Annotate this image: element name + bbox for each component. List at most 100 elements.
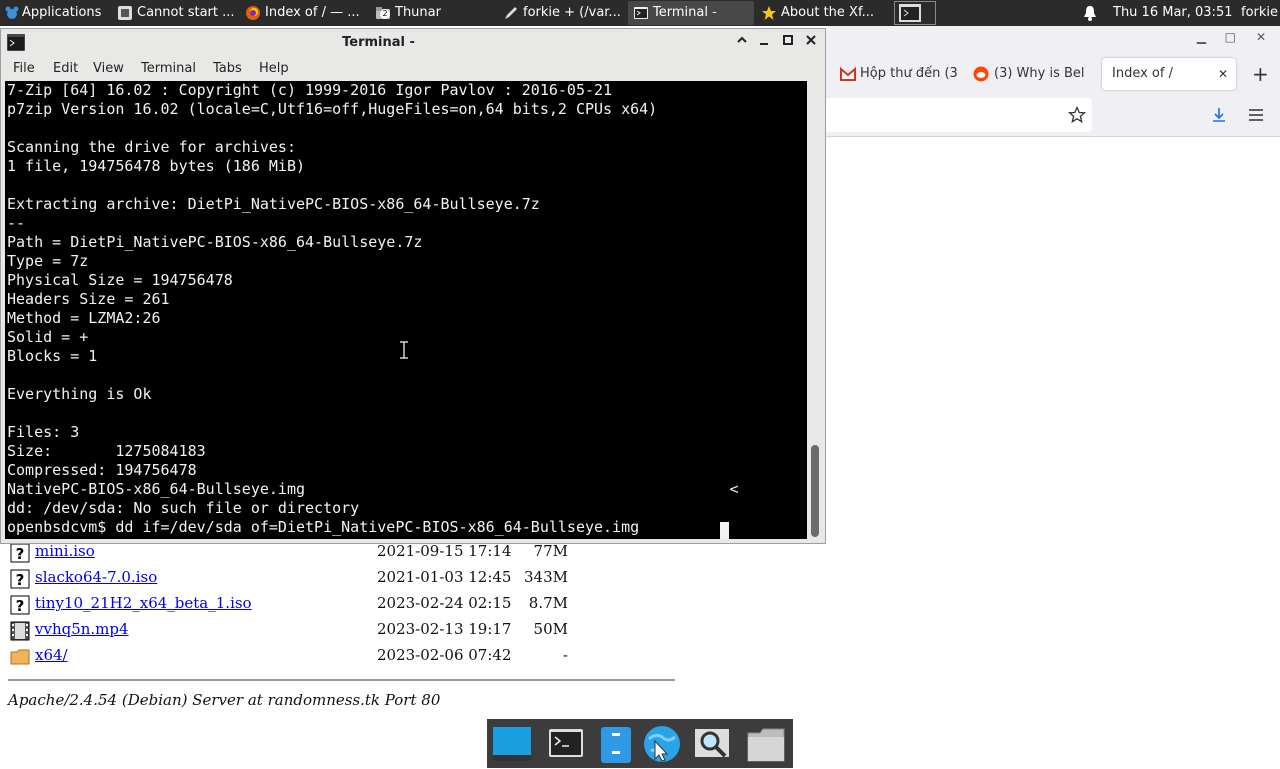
window-close-button[interactable]: ✕ (1256, 30, 1266, 44)
unknown-file-icon: ? (10, 569, 30, 589)
tab-index-of[interactable]: Index of / ✕ (1102, 58, 1236, 90)
file-size: - (562, 646, 568, 664)
maximize-icon (783, 35, 793, 45)
terminal-window: Terminal - File Edit View Terminal Tabs … (0, 28, 826, 544)
tab-gmail[interactable]: Hộp thư đến (3 (834, 58, 962, 90)
terminal-line: Headers Size = 261 (7, 290, 170, 308)
task-label: Thunar (395, 5, 441, 20)
dock-app-finder[interactable] (691, 723, 733, 765)
terminal-line: Type = 7z (7, 252, 89, 270)
window-maximize-button[interactable]: □ (1225, 30, 1236, 44)
tab-reddit[interactable]: (3) Why is Bel (968, 58, 1094, 90)
window-minimize-button[interactable]: ▁ (1197, 30, 1206, 44)
file-link[interactable]: mini.iso (35, 542, 95, 560)
menu-terminal[interactable]: Terminal (141, 59, 196, 79)
terminal-line: Size: 1275084183 (7, 442, 206, 460)
terminal-scrollbar[interactable] (807, 81, 823, 539)
terminal-menubar: File Edit View Terminal Tabs Help (1, 57, 825, 81)
dock-files[interactable] (595, 723, 637, 765)
terminal-output[interactable]: 7-Zip [64] 16.02 : Copyright (c) 1999-20… (5, 81, 807, 539)
server-signature: Apache/2.4.54 (Debian) Server at randomn… (8, 691, 441, 709)
terminal-line: Compressed: 194756478 (7, 461, 197, 479)
workspace-switcher[interactable] (894, 1, 936, 25)
tab-label: Index of / (1112, 66, 1173, 81)
file-link[interactable]: slacko64-7.0.iso (35, 568, 157, 586)
new-tab-button[interactable]: + (1252, 62, 1269, 86)
xfce-mouse-icon (5, 6, 19, 19)
bookmark-star-icon[interactable] (1068, 106, 1086, 124)
minimize-icon (760, 43, 768, 45)
browser-icon (644, 726, 680, 762)
task-forkie-editor[interactable]: forkie + (/var... (498, 1, 626, 25)
firefox-icon (246, 6, 260, 20)
dock (487, 719, 793, 768)
dock-show-desktop[interactable] (491, 723, 533, 765)
menu-file[interactable]: File (13, 59, 35, 79)
reddit-icon (973, 66, 989, 82)
scrollbar-thumb[interactable] (811, 445, 819, 537)
applications-menu[interactable]: Applications (2, 0, 110, 26)
terminal-icon (899, 4, 921, 22)
terminal-shade-button[interactable] (732, 33, 752, 53)
chevron-up-icon (737, 36, 747, 43)
file-size: 343M (524, 568, 568, 586)
task-label: forkie + (/var... (523, 5, 621, 20)
menu-hamburger-icon[interactable] (1248, 108, 1264, 122)
dock-file-manager[interactable] (745, 723, 787, 765)
horizontal-rule (8, 679, 675, 681)
notification-bell-icon[interactable] (1083, 5, 1097, 21)
desktop-icon (493, 727, 531, 761)
tab-label: (3) Why is Bel (994, 66, 1085, 81)
folder-link[interactable]: x64/ (35, 646, 68, 664)
terminal-line: dd: /dev/sda: No such file or directory (7, 499, 360, 517)
terminal-line: Files: 3 (7, 423, 80, 441)
terminal-icon (549, 729, 583, 757)
terminal-line: Scanning the drive for archives: (7, 138, 296, 156)
terminal-line: Blocks = 1 (7, 347, 98, 365)
terminal-line: p7zip Version 16.02 (locale=C,Utf16=off,… (7, 100, 658, 118)
editor-icon (505, 7, 517, 19)
terminal-minimize-button[interactable] (754, 33, 774, 53)
svg-text:?: ? (16, 545, 25, 563)
terminal-line: Solid = + (7, 328, 89, 346)
task-label: Index of / — ... (265, 5, 360, 20)
task-firefox[interactable]: Index of / — ... (240, 1, 368, 25)
terminal-line: Path = DietPi_NativePC-BIOS-x86_64-Bulls… (7, 233, 423, 251)
file-date: 2023-02-24 02:15 (377, 594, 512, 612)
top-panel: Applications Cannot start ... Index of /… (0, 0, 1280, 26)
file-link[interactable]: vvhq5n.mp4 (35, 620, 129, 638)
menu-view[interactable]: View (93, 59, 124, 79)
unknown-file-icon: ? (10, 595, 30, 615)
terminal-icon (634, 7, 648, 19)
menu-edit[interactable]: Edit (53, 59, 78, 79)
svg-text:?: ? (16, 571, 25, 589)
url-bar[interactable] (826, 98, 1092, 132)
task-terminal[interactable]: Terminal - (628, 1, 754, 25)
task-count-badge: 2 (380, 9, 390, 19)
task-label: About the Xf... (781, 5, 874, 20)
tab-close-icon[interactable]: ✕ (1218, 58, 1228, 90)
terminal-line: Method = LZMA2:26 (7, 309, 161, 327)
file-date: 2021-01-03 12:45 (377, 568, 512, 586)
document-icon (118, 6, 132, 20)
search-icon (695, 729, 729, 758)
task-cannot-start[interactable]: Cannot start ... (112, 1, 238, 25)
task-about-xfce[interactable]: About the Xf... (756, 1, 886, 25)
terminal-maximize-button[interactable] (778, 33, 798, 53)
task-thunar[interactable]: 2 Thunar (370, 1, 496, 25)
task-label: Terminal - (653, 5, 717, 20)
file-link[interactable]: tiny10_21H2_x64_beta_1.iso (35, 594, 252, 612)
dock-terminal[interactable] (545, 723, 587, 765)
menu-tabs[interactable]: Tabs (213, 59, 242, 79)
terminal-line: Everything is Ok (7, 385, 152, 403)
user-name[interactable]: forkie (1241, 0, 1280, 26)
terminal-close-button[interactable] (801, 33, 821, 53)
downloads-icon[interactable] (1210, 106, 1228, 124)
svg-text:?: ? (16, 597, 25, 615)
menu-help[interactable]: Help (259, 59, 289, 79)
terminal-titlebar[interactable]: Terminal - (1, 29, 825, 57)
clock[interactable]: Thu 16 Mar, 03:51 (1113, 0, 1232, 26)
terminal-cursor (720, 522, 729, 539)
file-size: 50M (533, 620, 568, 638)
dock-web-browser[interactable] (641, 723, 683, 765)
